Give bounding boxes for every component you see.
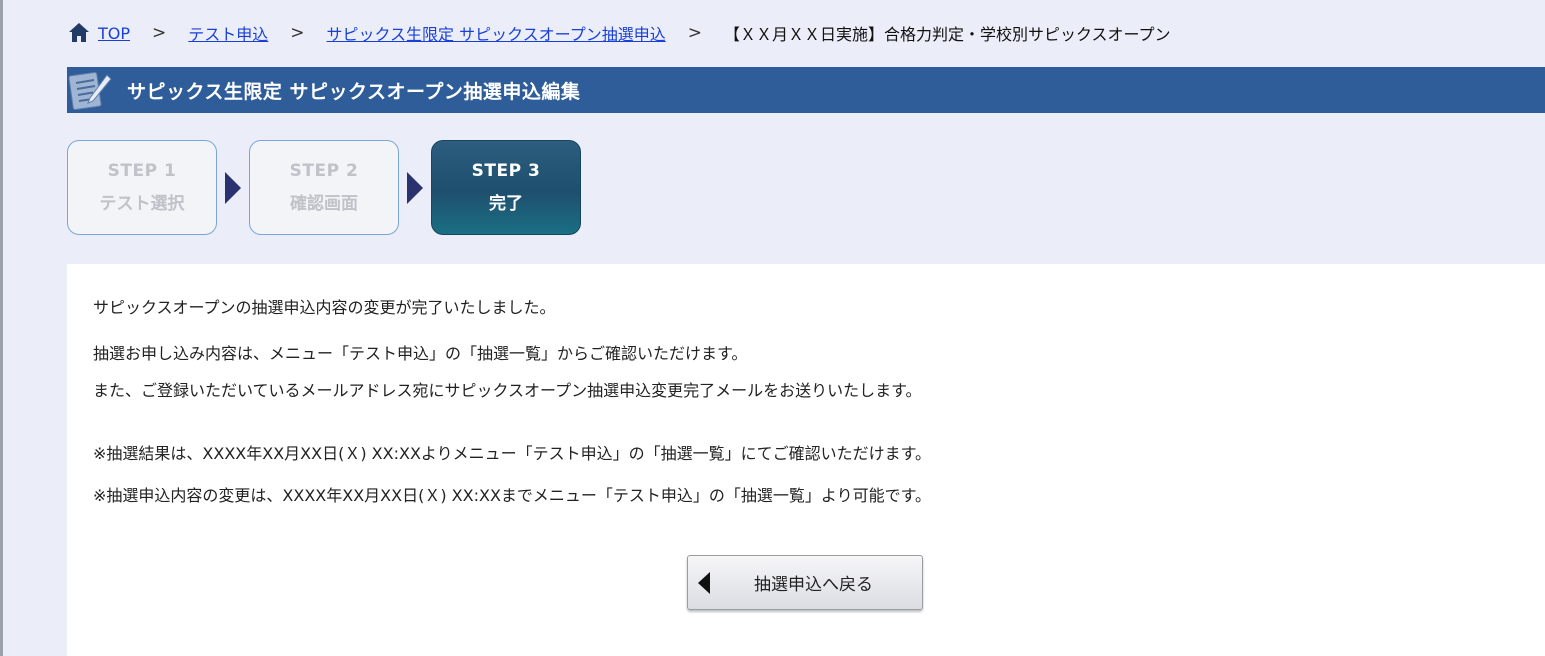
step-label: 完了 (489, 194, 523, 214)
back-button-label: 抽選申込へ戻る (754, 575, 873, 595)
home-icon[interactable] (68, 22, 90, 44)
triangle-right-icon (217, 140, 249, 235)
completion-message: サピックスオープンの抽選申込内容の変更が完了いたしました。 (93, 298, 556, 317)
note-change-deadline: ※抽選申込内容の変更は、XXXX年XX月XX日(Ｘ) XX:XXまでメニュー「テ… (93, 486, 931, 505)
triangle-right-icon (399, 140, 431, 235)
step-1: STEP 1 テスト選択 (67, 140, 217, 235)
memo-icon (67, 67, 113, 113)
step-indicator: STEP 1 テスト選択 STEP 2 確認画面 STEP 3 完了 (67, 140, 581, 235)
step-2: STEP 2 確認画面 (249, 140, 399, 235)
breadcrumb-link-top[interactable]: TOP (98, 24, 130, 43)
email-message: また、ご登録いただいているメールアドレス宛にサピックスオープン抽選申込変更完了メ… (93, 381, 922, 400)
window-left-border (0, 0, 3, 656)
step-label: テスト選択 (99, 194, 185, 214)
step-number: STEP 1 (107, 161, 177, 181)
back-to-lottery-button[interactable]: 抽選申込へ戻る (687, 555, 923, 610)
completion-panel: サピックスオープンの抽選申込内容の変更が完了いたしました。 抽選お申し込み内容は… (67, 264, 1545, 656)
info-message: 抽選お申し込み内容は、メニュー「テスト申込」の「抽選一覧」からご確認いただけます… (93, 344, 748, 363)
note-lottery-result: ※抽選結果は、XXXX年XX月XX日(Ｘ) XX:XXよりメニュー「テスト申込」… (93, 444, 931, 463)
breadcrumb-link-test-application[interactable]: テスト申込 (188, 21, 268, 45)
breadcrumb-separator: > (687, 23, 702, 43)
breadcrumb: TOP > テスト申込 > サピックス生限定 サピックスオープン抽選申込 > 【… (68, 20, 1171, 46)
breadcrumb-current: 【ＸＸ月ＸＸ日実施】合格力判定・学校別サピックスオープン (723, 25, 1171, 44)
step-number: STEP 2 (289, 161, 359, 181)
step-label: 確認画面 (290, 194, 358, 214)
page-title: サピックス生限定 サピックスオープン抽選申込編集 (127, 80, 581, 103)
page-title-bar: サピックス生限定 サピックスオープン抽選申込編集 (67, 67, 1545, 113)
triangle-left-icon (698, 571, 710, 594)
breadcrumb-link-lottery-application[interactable]: サピックス生限定 サピックスオープン抽選申込 (327, 21, 666, 45)
step-number: STEP 3 (471, 161, 541, 181)
step-3: STEP 3 完了 (431, 140, 581, 235)
breadcrumb-separator: > (290, 23, 305, 43)
breadcrumb-separator: > (152, 23, 167, 43)
